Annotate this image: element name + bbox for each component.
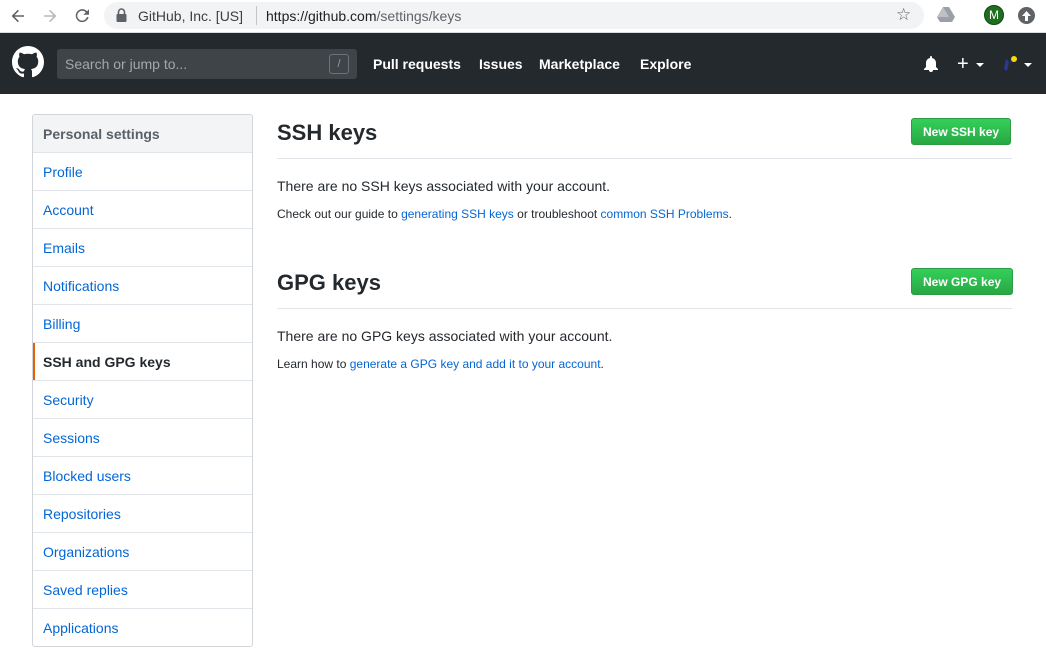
bookmark-star-icon[interactable]: ☆	[896, 6, 911, 23]
back-icon[interactable]	[5, 4, 31, 28]
generate-gpg-key-link[interactable]: generate a GPG key and add it to your ac…	[350, 357, 601, 371]
ssh-note-mid: or troubleshoot	[513, 207, 601, 221]
search-input[interactable]: Search or jump to... /	[57, 49, 357, 79]
create-new-caret-icon[interactable]	[976, 63, 984, 67]
ssh-note-prefix: Check out our guide to	[277, 207, 402, 221]
sidebar-item-sessions[interactable]: Sessions	[33, 419, 252, 457]
gpg-empty-message: There are no GPG keys associated with yo…	[277, 328, 613, 344]
sidebar-item-saved-replies[interactable]: Saved replies	[33, 571, 252, 609]
sidebar-item-organizations[interactable]: Organizations	[33, 533, 252, 571]
sidebar-item-notifications[interactable]: Notifications	[33, 267, 252, 305]
gpg-keys-title: GPG keys	[277, 270, 381, 295]
site-identity: GitHub, Inc. [US]	[138, 8, 244, 24]
sidebar-heading: Personal settings	[33, 115, 252, 153]
ssh-empty-message: There are no SSH keys associated with yo…	[277, 178, 611, 194]
nav-explore[interactable]: Explore	[640, 56, 691, 72]
browser-toolbar: GitHub, Inc. [US] https://github.com/set…	[0, 0, 1046, 33]
github-header: Search or jump to... / Pull requests Iss…	[0, 33, 1046, 94]
ssh-section-divider	[277, 158, 1012, 159]
upload-extension-icon[interactable]	[1018, 7, 1035, 24]
nav-issues[interactable]: Issues	[479, 56, 523, 72]
sidebar-item-billing[interactable]: Billing	[33, 305, 252, 343]
url-host: https://github.com	[266, 8, 377, 24]
url-separator	[256, 6, 257, 25]
gpg-note-suffix: .	[600, 357, 604, 371]
gpg-help-note: Learn how to generate a GPG key and add …	[277, 357, 604, 371]
search-shortcut-badge: /	[329, 54, 349, 74]
sidebar-item-ssh-gpg-keys[interactable]: SSH and GPG keys	[33, 343, 252, 381]
search-placeholder: Search or jump to...	[65, 56, 188, 72]
ssh-help-note: Check out our guide to generating SSH ke…	[277, 207, 732, 221]
sidebar-item-blocked-users[interactable]: Blocked users	[33, 457, 252, 495]
ssh-note-suffix: .	[728, 207, 732, 221]
user-avatar[interactable]	[1000, 55, 1020, 75]
notifications-bell-icon[interactable]	[923, 56, 939, 77]
create-new-plus-icon[interactable]: +	[957, 54, 969, 74]
common-ssh-problems-link[interactable]: common SSH Problems	[601, 207, 729, 221]
user-menu-caret-icon[interactable]	[1024, 63, 1032, 67]
drive-extension-icon[interactable]	[937, 6, 955, 27]
address-bar[interactable]: GitHub, Inc. [US] https://github.com/set…	[104, 2, 924, 29]
reload-icon[interactable]	[69, 4, 95, 28]
settings-sidebar: Personal settings Profile Account Emails…	[32, 114, 253, 647]
new-gpg-key-button[interactable]: New GPG key	[911, 268, 1014, 295]
lock-icon	[116, 8, 127, 27]
nav-pull-requests[interactable]: Pull requests	[373, 56, 461, 72]
gpg-note-prefix: Learn how to	[277, 357, 350, 371]
github-logo-icon[interactable]	[12, 46, 44, 83]
forward-icon[interactable]	[37, 4, 63, 28]
sidebar-item-profile[interactable]: Profile	[33, 153, 252, 191]
gpg-section-divider	[277, 308, 1012, 309]
sidebar-item-emails[interactable]: Emails	[33, 229, 252, 267]
new-ssh-key-button[interactable]: New SSH key	[911, 118, 1012, 145]
sidebar-item-applications[interactable]: Applications	[33, 609, 252, 646]
url-path: /settings/keys	[376, 8, 462, 24]
generating-ssh-keys-link[interactable]: generating SSH keys	[401, 207, 514, 221]
sidebar-item-security[interactable]: Security	[33, 381, 252, 419]
sidebar-item-repositories[interactable]: Repositories	[33, 495, 252, 533]
url-text: https://github.com/settings/keys	[266, 8, 461, 24]
ssh-keys-title: SSH keys	[277, 120, 378, 145]
sidebar-item-account[interactable]: Account	[33, 191, 252, 229]
nav-marketplace[interactable]: Marketplace	[539, 56, 620, 72]
browser-profile-avatar[interactable]: M	[984, 5, 1004, 25]
